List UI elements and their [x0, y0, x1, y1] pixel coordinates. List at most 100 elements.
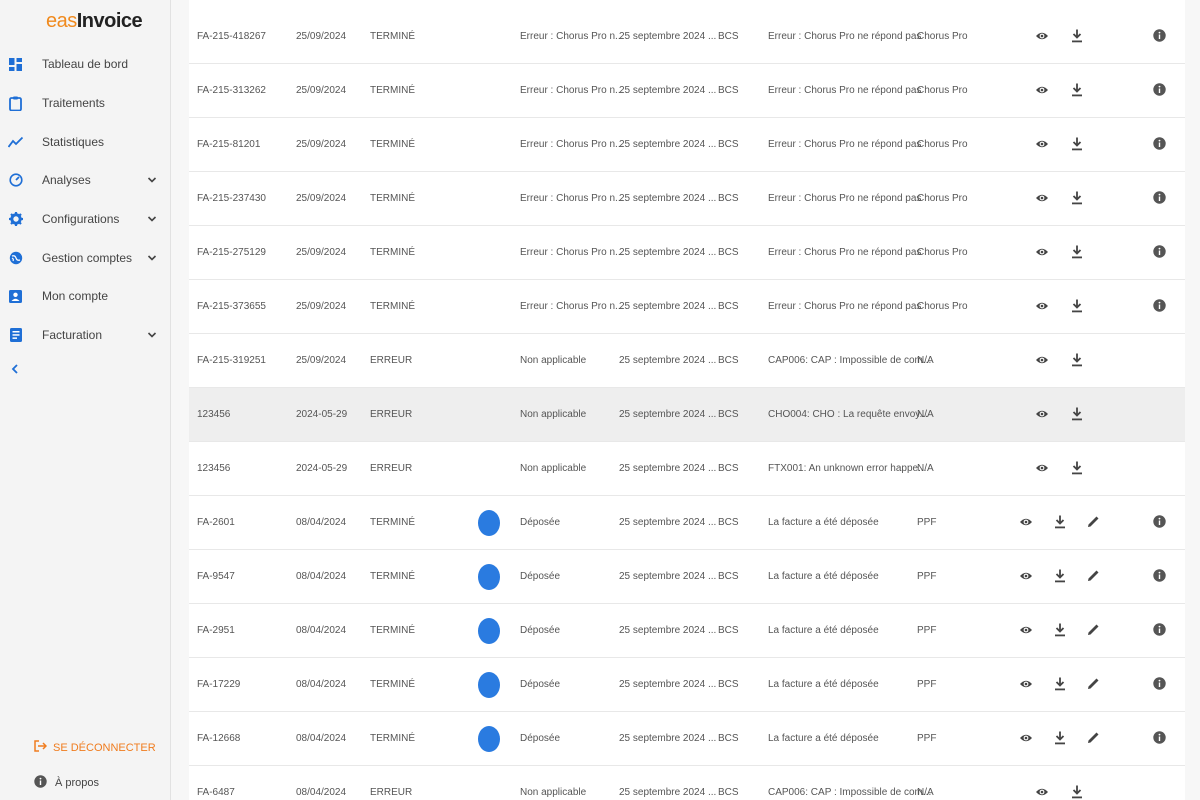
table-row[interactable]: FA-2951 08/04/2024 TERMINÉ Déposée 25 septem…: [189, 604, 1185, 658]
info-icon[interactable]: [1153, 515, 1169, 531]
info-icon[interactable]: [1153, 83, 1169, 99]
status-message: La facture a été déposée: [768, 679, 879, 690]
eye-icon[interactable]: [1035, 299, 1051, 315]
table-row[interactable]: 123456 2024-05-29 ERREUR Non applicable 25 s…: [189, 388, 1185, 442]
globe-icon: [8, 251, 23, 266]
chevron-down-icon[interactable]: [146, 252, 158, 264]
edit-pencil-icon[interactable]: [1087, 515, 1103, 531]
processing-status: TERMINÉ: [370, 625, 415, 636]
sidebar-item-statistiques[interactable]: Statistiques: [0, 124, 171, 160]
eye-icon[interactable]: [1019, 569, 1035, 585]
download-icon[interactable]: [1054, 677, 1070, 693]
sidebar-item-gestion-comptes[interactable]: Gestion comptes: [0, 240, 171, 276]
download-icon[interactable]: [1054, 623, 1070, 639]
logout-button[interactable]: SE DÉCONNECTER: [34, 740, 156, 755]
deposit-date: 25 septembre 2024 ...: [619, 193, 717, 204]
table-row[interactable]: FA-9547 08/04/2024 TERMINÉ Déposée 25 septem…: [189, 550, 1185, 604]
table-row[interactable]: FA-6487 08/04/2024 ERREUR Non applicable 25 …: [189, 766, 1185, 800]
edit-pencil-icon[interactable]: [1087, 731, 1103, 747]
info-icon[interactable]: [1153, 299, 1169, 315]
chevron-down-icon[interactable]: [146, 329, 158, 341]
table-row[interactable]: FA-215-237430 25/09/2024 TERMINÉ Erreur : C…: [189, 172, 1185, 226]
download-icon[interactable]: [1054, 515, 1070, 531]
collapse-sidebar-icon[interactable]: [8, 362, 22, 376]
invoice-state: Erreur : Chorus Pro n...: [520, 247, 624, 258]
download-icon[interactable]: [1071, 353, 1087, 369]
info-icon[interactable]: [1153, 677, 1169, 693]
download-icon[interactable]: [1071, 29, 1087, 45]
eye-icon[interactable]: [1035, 191, 1051, 207]
chevron-down-icon[interactable]: [146, 174, 158, 186]
info-icon[interactable]: [1153, 731, 1169, 747]
eye-icon[interactable]: [1035, 353, 1051, 369]
download-icon[interactable]: [1071, 191, 1087, 207]
table-row[interactable]: FA-215-313262 25/09/2024 TERMINÉ Erreur : C…: [189, 64, 1185, 118]
download-icon[interactable]: [1071, 785, 1087, 800]
download-icon[interactable]: [1054, 569, 1070, 585]
status-message: Erreur : Chorus Pro ne répond pas: [768, 193, 922, 204]
eye-icon[interactable]: [1035, 29, 1051, 45]
eye-icon[interactable]: [1019, 623, 1035, 639]
eye-icon[interactable]: [1019, 515, 1035, 531]
eye-icon[interactable]: [1035, 83, 1051, 99]
sidebar-item-configurations[interactable]: Configurations: [0, 201, 171, 237]
destination-platform: N/A: [917, 787, 934, 798]
sidebar-item-label: Tableau de bord: [42, 57, 129, 71]
sidebar-item-tableau-de-bord[interactable]: Tableau de bord: [0, 46, 171, 82]
sidebar-item-traitements[interactable]: Traitements: [0, 85, 171, 121]
eye-icon[interactable]: [1035, 461, 1051, 477]
submitted-by: BCS: [718, 463, 739, 474]
deposit-date: 25 septembre 2024 ...: [619, 679, 717, 690]
info-icon[interactable]: [1153, 623, 1169, 639]
processing-status: TERMINÉ: [370, 517, 415, 528]
table-row[interactable]: FA-17229 08/04/2024 TERMINÉ Déposée 25 septe…: [189, 658, 1185, 712]
processing-status: TERMINÉ: [370, 193, 415, 204]
table-row[interactable]: FA-2601 08/04/2024 TERMINÉ Déposée 25 septem…: [189, 496, 1185, 550]
sidebar-item-facturation[interactable]: Facturation: [0, 317, 171, 353]
account-icon: [8, 289, 23, 304]
download-icon[interactable]: [1071, 299, 1087, 315]
info-icon[interactable]: [1153, 245, 1169, 261]
eye-icon[interactable]: [1035, 785, 1051, 800]
destination-platform: N/A: [917, 409, 934, 420]
submitted-by: BCS: [718, 31, 739, 42]
download-icon[interactable]: [1071, 83, 1087, 99]
info-icon[interactable]: [1153, 569, 1169, 585]
eye-icon[interactable]: [1019, 731, 1035, 747]
invoice-id: FA-2951: [197, 625, 235, 636]
download-icon[interactable]: [1071, 461, 1087, 477]
eye-icon[interactable]: [1035, 137, 1051, 153]
info-icon[interactable]: [1153, 137, 1169, 153]
submitted-by: BCS: [718, 733, 739, 744]
chevron-down-icon[interactable]: [146, 213, 158, 225]
invoice-state: Erreur : Chorus Pro n...: [520, 193, 624, 204]
download-icon[interactable]: [1054, 731, 1070, 747]
status-message: La facture a été déposée: [768, 571, 879, 582]
table-row[interactable]: FA-215-275129 25/09/2024 TERMINÉ Erreur : C…: [189, 226, 1185, 280]
edit-pencil-icon[interactable]: [1087, 569, 1103, 585]
table-row[interactable]: FA-215-81201 25/09/2024 TERMINÉ Erreur : Ch…: [189, 118, 1185, 172]
about-link[interactable]: À propos: [34, 775, 99, 791]
table-row[interactable]: FA-215-373655 25/09/2024 TERMINÉ Erreur : C…: [189, 280, 1185, 334]
edit-pencil-icon[interactable]: [1087, 623, 1103, 639]
download-icon[interactable]: [1071, 137, 1087, 153]
invoice-id: FA-12668: [197, 733, 241, 744]
table-row[interactable]: FA-215-418267 25/09/2024 TERMINÉ Erreur : C…: [189, 10, 1185, 64]
sidebar-item-analyses[interactable]: Analyses: [0, 162, 171, 198]
table-row[interactable]: 123456 2024-05-29 ERREUR Non applicable 25 s…: [189, 442, 1185, 496]
eye-icon[interactable]: [1035, 245, 1051, 261]
submitted-by: BCS: [718, 571, 739, 582]
deposit-date: 25 septembre 2024 ...: [619, 463, 717, 474]
eye-icon[interactable]: [1035, 407, 1051, 423]
deposit-date: 25 septembre 2024 ...: [619, 571, 717, 582]
table-row[interactable]: FA-215-319251 25/09/2024 ERREUR Non applica…: [189, 334, 1185, 388]
download-icon[interactable]: [1071, 407, 1087, 423]
sidebar-item-mon-compte[interactable]: Mon compte: [0, 278, 171, 314]
eye-icon[interactable]: [1019, 677, 1035, 693]
info-icon[interactable]: [1153, 29, 1169, 45]
deposit-date: 25 septembre 2024 ...: [619, 517, 717, 528]
info-icon[interactable]: [1153, 191, 1169, 207]
download-icon[interactable]: [1071, 245, 1087, 261]
table-row[interactable]: FA-12668 08/04/2024 TERMINÉ Déposée 25 septe…: [189, 712, 1185, 766]
edit-pencil-icon[interactable]: [1087, 677, 1103, 693]
